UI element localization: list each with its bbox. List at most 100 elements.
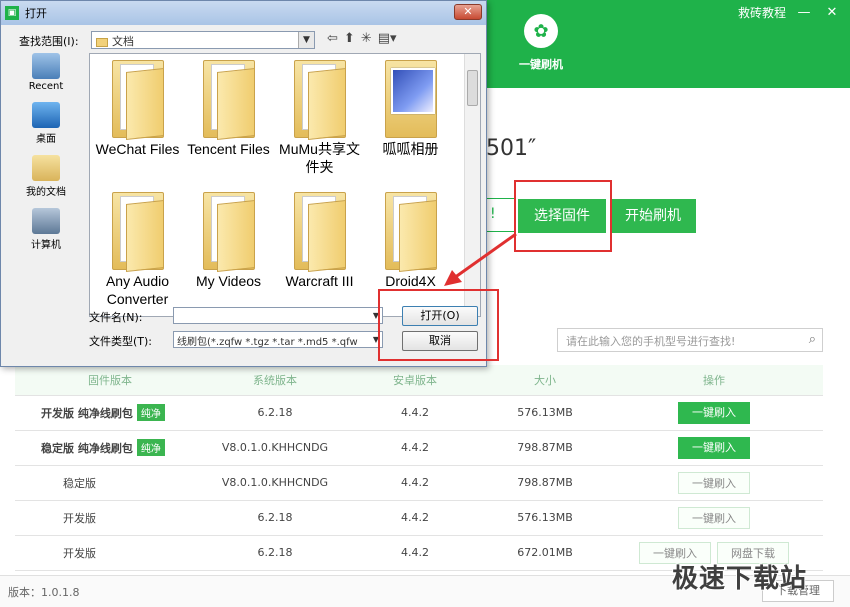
firmware-name: 开发版 bbox=[63, 546, 96, 560]
size-cell: 576.13MB bbox=[485, 500, 605, 536]
version-label: 版本：1.0.1.8 bbox=[8, 586, 80, 599]
pure-badge: 纯净 bbox=[136, 404, 165, 421]
android-version-cell: 4.4.2 bbox=[345, 395, 485, 431]
minimize-button[interactable]: — bbox=[794, 2, 814, 22]
action-cell: 一键刷入 bbox=[605, 395, 823, 431]
search-placeholder: 请在此输入您的手机型号进行查找! bbox=[566, 335, 736, 348]
android-version-cell: 4.4.2 bbox=[345, 430, 485, 466]
dialog-close-button[interactable]: ✕ bbox=[454, 4, 482, 20]
table-row: 开发版 纯净线刷包 纯净 6.2.18 4.4.2 576.13MB 一键刷入 bbox=[15, 395, 823, 431]
file-item[interactable]: Tencent Files bbox=[183, 60, 274, 182]
file-name: 呱呱相册 bbox=[382, 141, 439, 157]
filename-label: 文件名(N): bbox=[89, 311, 143, 324]
file-name: Any Audio Converter bbox=[105, 273, 170, 307]
file-item[interactable]: 呱呱相册 bbox=[365, 60, 456, 182]
search-icon[interactable]: ⌕ bbox=[809, 332, 816, 347]
place-label: 我的文档 bbox=[26, 187, 66, 198]
system-version-cell: V8.0.1.0.KHHCNDG bbox=[205, 465, 345, 501]
chevron-down-icon[interactable]: ▼ bbox=[298, 32, 314, 48]
filetype-label: 文件类型(T): bbox=[89, 335, 153, 348]
col-header-android: 安卓版本 bbox=[345, 365, 485, 396]
place-recent[interactable]: Recent bbox=[11, 53, 81, 92]
folder-icon bbox=[96, 37, 108, 47]
flash-now-button[interactable]: 一键刷入 bbox=[678, 471, 750, 494]
annotation-arrow bbox=[444, 232, 517, 286]
desktop-icon bbox=[32, 102, 60, 128]
file-list-pane: WeChat Files Tencent Files MuMu共享文件夹 呱呱相册 An… bbox=[89, 53, 481, 317]
folder-icon bbox=[293, 192, 346, 272]
rabbit-icon: ✿ bbox=[524, 14, 558, 48]
nav-one-click-flash[interactable]: ✿ 一键刷机 bbox=[514, 14, 568, 78]
file-item[interactable]: Warcraft III bbox=[274, 192, 365, 314]
android-version-cell: 4.4.2 bbox=[345, 535, 485, 571]
place-desktop[interactable]: 桌面 bbox=[11, 102, 81, 145]
table-header-row: 固件版本 系统版本 安卓版本 大小 操作 bbox=[15, 365, 823, 396]
size-cell: 576.13MB bbox=[485, 395, 605, 431]
dialog-title-bar: ▣ 打开 bbox=[1, 1, 486, 25]
size-cell: 798.87MB bbox=[485, 465, 605, 501]
table-row: 开发版 6.2.18 4.4.2 576.13MB 一键刷入 bbox=[15, 500, 823, 536]
folder-icon bbox=[202, 192, 255, 272]
android-version-cell: 4.4.2 bbox=[345, 500, 485, 536]
place-label: 计算机 bbox=[31, 240, 61, 251]
start-flash-button[interactable]: 开始刷机 bbox=[610, 199, 696, 233]
up-folder-icon[interactable]: ⬆ bbox=[344, 31, 355, 46]
file-name: WeChat Files bbox=[95, 141, 180, 157]
look-in-select[interactable]: 文档 ▼ bbox=[91, 31, 315, 49]
folder-icon bbox=[293, 60, 346, 140]
firmware-table: 固件版本 系统版本 安卓版本 大小 操作 开发版 纯净线刷包 纯净 6.2.18 4.… bbox=[15, 365, 823, 571]
flash-now-button[interactable]: 一键刷入 bbox=[678, 401, 750, 424]
android-version-cell: 4.4.2 bbox=[345, 465, 485, 501]
firmware-name-cell: 稳定版 纯净线刷包 纯净 bbox=[15, 430, 205, 466]
filename-input[interactable]: ▼ bbox=[173, 307, 383, 324]
watermark-logo: 极速下载站 bbox=[672, 564, 808, 594]
new-folder-icon[interactable]: ✳ bbox=[361, 31, 372, 46]
file-item[interactable]: My Videos bbox=[183, 192, 274, 314]
highlight-box-open bbox=[378, 289, 499, 361]
tutorial-link[interactable]: 救砖教程 bbox=[738, 4, 786, 21]
system-version-cell: V8.0.1.0.KHHCNDG bbox=[205, 430, 345, 466]
firmware-name-cell: 开发版 bbox=[15, 535, 205, 571]
col-header-system: 系统版本 bbox=[205, 365, 345, 396]
action-cell: 一键刷入 bbox=[605, 500, 823, 536]
documents-icon bbox=[32, 155, 60, 181]
file-name: Tencent Files bbox=[187, 141, 270, 157]
close-button[interactable]: ✕ bbox=[822, 2, 842, 22]
size-cell: 672.01MB bbox=[485, 535, 605, 571]
dialog-title: 打开 bbox=[25, 7, 47, 20]
firmware-name: 开发版 bbox=[63, 511, 96, 525]
dialog-toolbar: ⇦ ⬆ ✳ ▤▾ bbox=[327, 31, 397, 46]
firmware-name: 稳定版 纯净线刷包 bbox=[41, 442, 133, 455]
file-item[interactable]: MuMu共享文件夹 bbox=[274, 60, 365, 182]
firmware-name: 稳定版 bbox=[63, 476, 96, 490]
flash-now-button[interactable]: 一键刷入 bbox=[678, 436, 750, 459]
file-item[interactable]: WeChat Files bbox=[92, 60, 183, 182]
place-label: Recent bbox=[28, 81, 64, 92]
look-in-value: 文档 bbox=[112, 35, 134, 48]
nav-flash-label: 一键刷机 bbox=[519, 58, 563, 71]
firmware-name-cell: 开发版 纯净线刷包 纯净 bbox=[15, 395, 205, 431]
pure-badge: 纯净 bbox=[136, 439, 165, 456]
file-name: Warcraft III bbox=[285, 273, 354, 289]
app-icon: ▣ bbox=[5, 6, 19, 20]
device-model-text: 501″ bbox=[486, 136, 537, 161]
place-my-documents[interactable]: 我的文档 bbox=[11, 155, 81, 198]
flash-now-button[interactable]: 一键刷入 bbox=[678, 506, 750, 529]
filetype-value: 线刷包(*.zqfw *.tgz *.tar *.md5 *.qfw bbox=[177, 337, 358, 348]
action-cell: 一键刷入 bbox=[605, 465, 823, 501]
folder-icon bbox=[384, 192, 437, 272]
col-header-action: 操作 bbox=[605, 365, 823, 396]
back-arrow-icon[interactable]: ⇦ bbox=[327, 31, 338, 46]
model-search-input[interactable]: 请在此输入您的手机型号进行查找! ⌕ bbox=[557, 328, 823, 352]
file-name: My Videos bbox=[195, 273, 262, 289]
view-menu-icon[interactable]: ▤▾ bbox=[378, 31, 397, 46]
col-header-size: 大小 bbox=[485, 365, 605, 396]
scrollbar-thumb[interactable] bbox=[467, 70, 478, 106]
file-item[interactable]: Any Audio Converter bbox=[92, 192, 183, 314]
place-computer[interactable]: 计算机 bbox=[11, 208, 81, 251]
places-bar: Recent 桌面 我的文档 计算机 bbox=[11, 53, 81, 261]
folder-icon bbox=[111, 192, 164, 272]
system-version-cell: 6.2.18 bbox=[205, 535, 345, 571]
firmware-path-field: ! bbox=[486, 198, 516, 232]
filetype-select[interactable]: 线刷包(*.zqfw *.tgz *.tar *.md5 *.qfw ▼ bbox=[173, 331, 383, 348]
